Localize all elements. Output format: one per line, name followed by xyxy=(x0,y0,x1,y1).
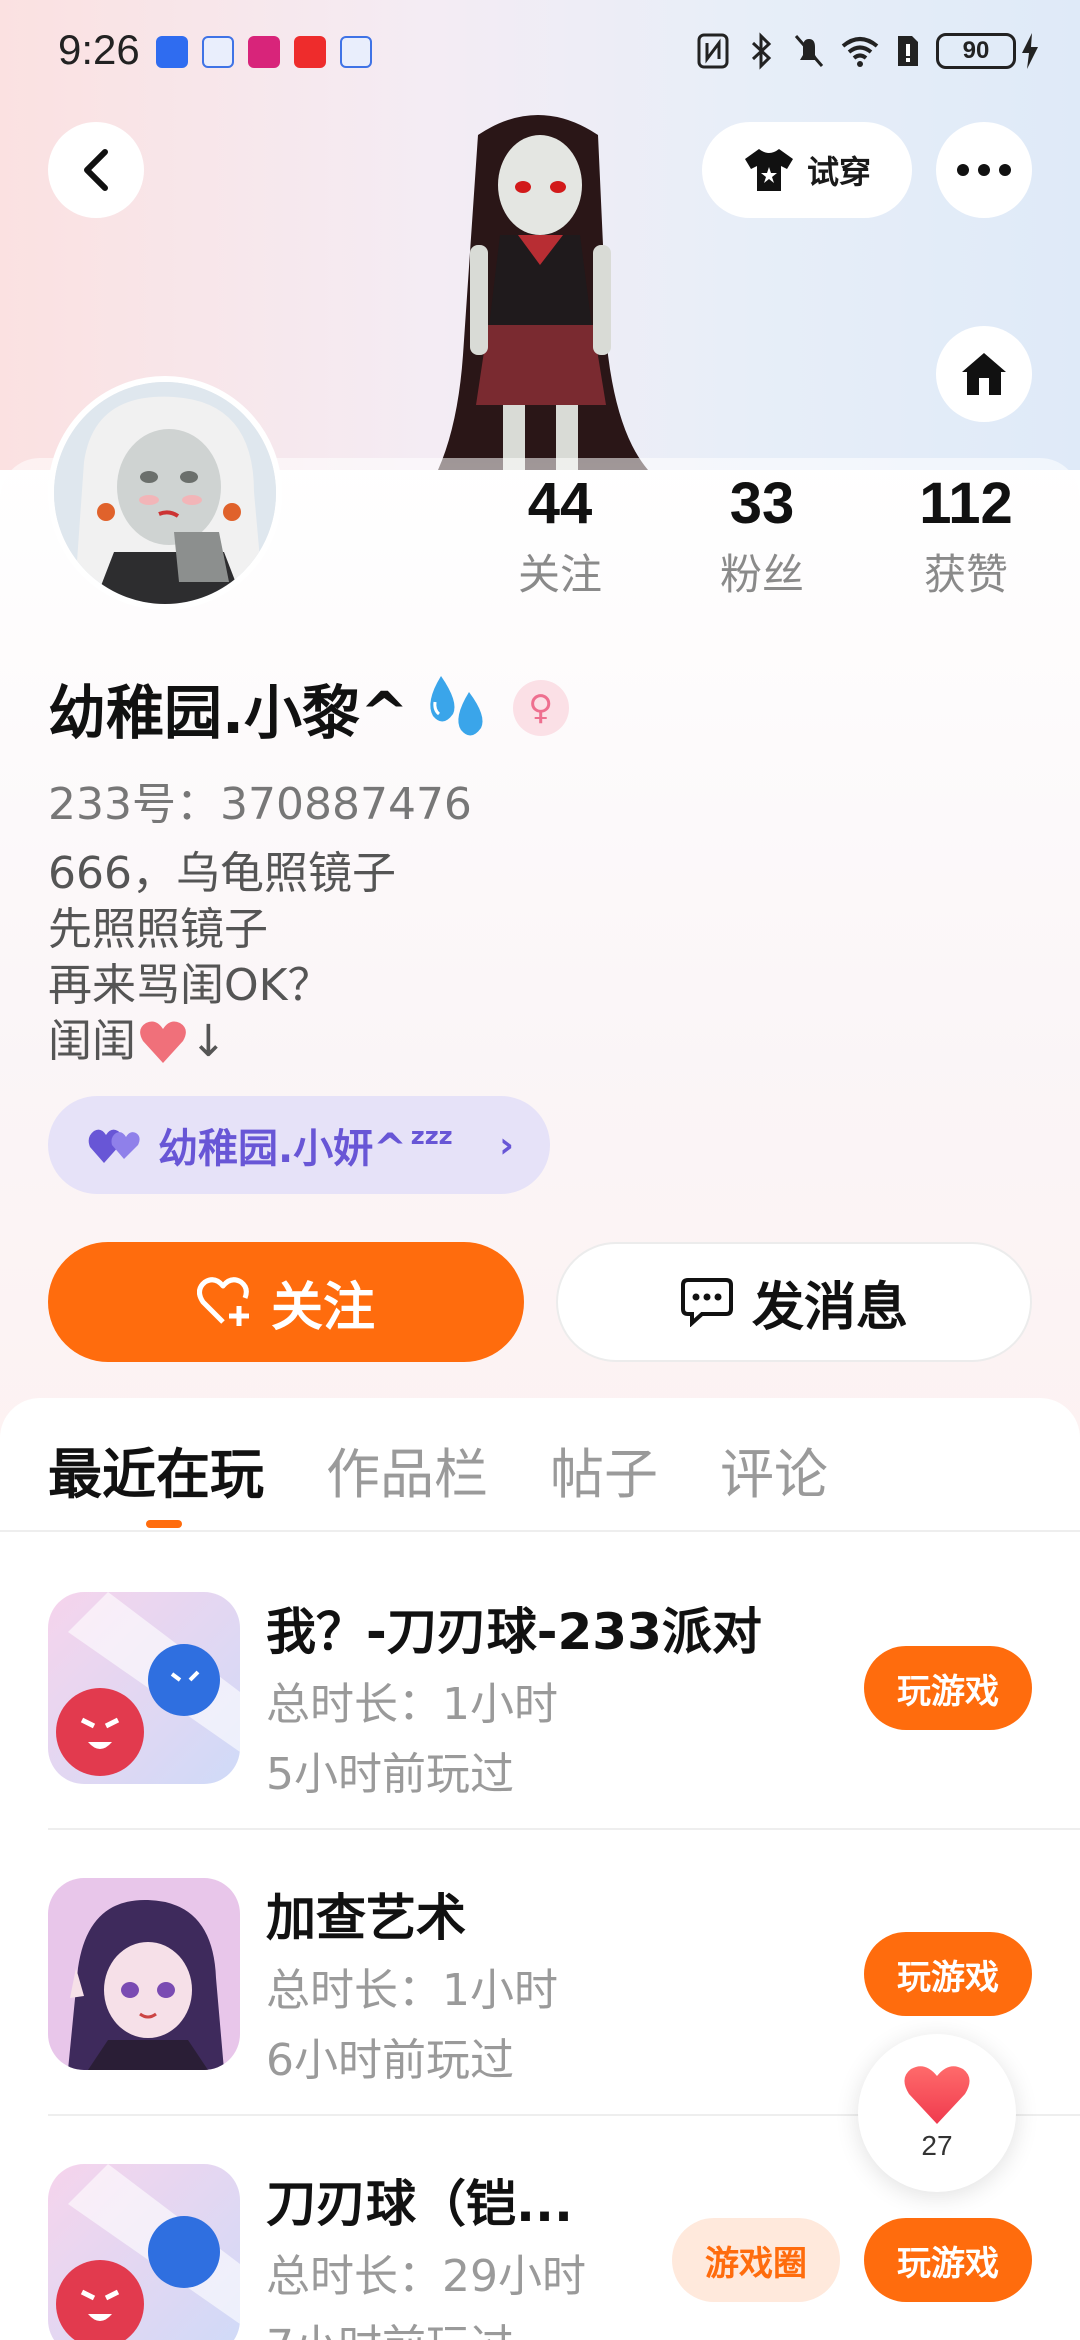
linked-hearts-icon xyxy=(88,1129,140,1163)
try-on-button[interactable]: 试穿 xyxy=(702,122,912,218)
send-message-label: 发消息 xyxy=(751,1277,908,1338)
send-message-button[interactable]: 发消息 xyxy=(556,1242,1032,1362)
game-title: 刀刃球（铠... xyxy=(266,2175,573,2233)
tab-divider xyxy=(0,1530,1080,1532)
chevron-right-icon: › xyxy=(499,1124,514,1166)
likes-label: 获赞 xyxy=(923,550,1008,599)
stat-likes[interactable]: 112 获赞 xyxy=(876,470,1056,602)
game-list-item[interactable]: 我？-刀刃球-233派对 总时长：1小时 5小时前玩过 玩游戏 xyxy=(0,1592,1080,1876)
bio-line-4-arrow: ↓ xyxy=(190,1016,227,1067)
bio-line-4: 闺闺 ↓ xyxy=(48,1014,396,1070)
tshirt-icon xyxy=(744,149,793,191)
chat-bubble-icon xyxy=(680,1278,733,1327)
home-icon xyxy=(962,353,1006,395)
bio-line-4-text: 闺闺 xyxy=(48,1016,136,1067)
bio: 666，乌龟照镜子 先照照镜子 再来骂闺OK？ 闺闺 ↓ xyxy=(48,846,396,1070)
play-game-button[interactable]: 玩游戏 xyxy=(864,1646,1032,1730)
charging-icon xyxy=(1022,33,1038,69)
game-last-played: 6小时前玩过 xyxy=(266,2035,514,2086)
red-app-icon xyxy=(294,36,326,68)
row-divider xyxy=(48,1828,1080,1830)
profile-tabs: 最近在玩 作品栏 帖子 评论 xyxy=(48,1430,828,1509)
shield-app-icon xyxy=(156,36,188,68)
battery-level: 90 xyxy=(936,33,1016,69)
follow-label: 关注 xyxy=(270,1277,375,1338)
game-duration: 总时长：1小时 xyxy=(266,1679,558,1730)
tab-posts[interactable]: 帖子 xyxy=(550,1430,658,1509)
status-time: 9:26 xyxy=(58,26,140,73)
user-id[interactable]: 233号：370887476 xyxy=(48,768,472,832)
chevron-left-icon xyxy=(84,149,108,191)
blade-ball-game-icon xyxy=(48,2164,240,2340)
nfc-icon xyxy=(697,33,729,69)
avatar-3d-character xyxy=(438,115,648,470)
heart-plus-icon xyxy=(196,1277,249,1326)
followers-count: 33 xyxy=(729,471,795,536)
status-bar: 9:26 90 xyxy=(0,0,1080,104)
stat-following[interactable]: 44 关注 xyxy=(470,470,650,602)
blade-ball-party-game-icon xyxy=(48,1592,240,1784)
cp-name: 幼稚园.小妍^ xyxy=(158,1126,407,1172)
more-button[interactable] xyxy=(936,122,1032,218)
heart-emoji-icon xyxy=(140,1021,186,1063)
stat-followers[interactable]: 33 粉丝 xyxy=(672,470,852,602)
bluetooth-icon xyxy=(751,32,772,70)
game-last-played: 7小时前玩过 xyxy=(266,2310,514,2340)
baidu-app-icon-2 xyxy=(340,36,372,68)
female-icon: ♀ xyxy=(512,680,569,736)
game-circle-button[interactable]: 游戏圈 xyxy=(672,2218,840,2302)
like-count: 27 xyxy=(921,2130,953,2161)
likes-count: 112 xyxy=(919,471,1013,536)
game-duration: 总时长：1小时 xyxy=(266,1965,558,2016)
game-list-item[interactable]: 刀刃球（铠... 总时长：29小时 7小时前玩过 游戏圈 玩游戏 xyxy=(0,2164,1080,2340)
wifi-icon xyxy=(841,37,879,67)
play-game-button[interactable]: 玩游戏 xyxy=(864,1932,1032,2016)
avatar[interactable] xyxy=(48,376,282,610)
following-count: 44 xyxy=(527,471,593,536)
back-button[interactable] xyxy=(48,122,144,218)
gacha-art-game-icon xyxy=(48,1878,240,2070)
shopping-app-icon xyxy=(248,36,280,68)
cp-relationship-chip[interactable]: 幼稚园.小妍^ zzz › xyxy=(48,1096,550,1194)
follow-button[interactable]: 关注 xyxy=(48,1242,524,1362)
home-button[interactable] xyxy=(936,326,1032,422)
bio-line-2: 先照照镜子 xyxy=(48,904,268,955)
more-dots-icon xyxy=(957,164,1011,176)
followers-label: 粉丝 xyxy=(719,550,804,599)
try-on-label: 试穿 xyxy=(806,153,871,191)
game-title: 我？-刀刃球-233派对 xyxy=(266,1603,762,1661)
play-game-button[interactable]: 玩游戏 xyxy=(864,2218,1032,2302)
like-button[interactable]: 27 xyxy=(858,2034,1016,2192)
active-tab-indicator xyxy=(146,1520,182,1528)
following-label: 关注 xyxy=(517,550,602,599)
tab-works[interactable]: 作品栏 xyxy=(326,1430,488,1509)
sim-icon xyxy=(898,36,918,66)
cp-sleep-suffix: zzz xyxy=(410,1122,453,1150)
baidu-app-icon xyxy=(202,36,234,68)
avatar-image xyxy=(54,382,276,604)
game-title: 加查艺术 xyxy=(266,1889,466,1947)
heart-icon xyxy=(904,2066,970,2124)
bio-line-1: 666，乌龟照镜子 xyxy=(48,848,396,899)
game-last-played: 5小时前玩过 xyxy=(266,1749,514,1800)
mute-icon xyxy=(794,35,824,67)
tab-comments[interactable]: 评论 xyxy=(720,1430,828,1509)
game-duration: 总时长：29小时 xyxy=(266,2251,586,2302)
username-text: 幼稚园.小黎^ xyxy=(48,679,409,747)
battery-indicator: 90 xyxy=(936,33,1040,69)
tab-recently-played[interactable]: 最近在玩 xyxy=(48,1430,264,1509)
sweat-droplets-icon xyxy=(429,676,483,736)
profile-name: 幼稚园.小黎^ ♀ xyxy=(48,666,569,750)
bio-line-3: 再来骂闺OK？ xyxy=(48,960,332,1011)
